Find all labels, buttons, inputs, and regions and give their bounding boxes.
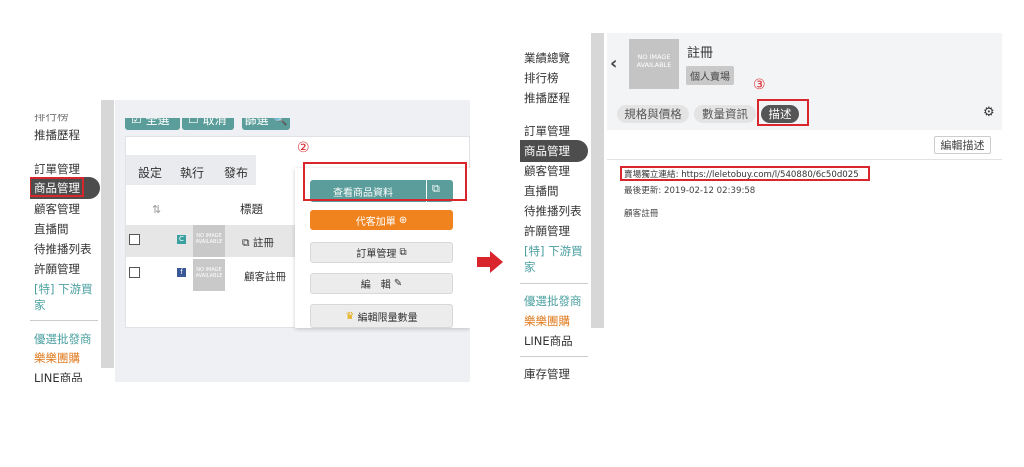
- tab-publish[interactable]: 發布: [224, 164, 248, 181]
- sidebar-item-group-buy[interactable]: 樂樂團購: [34, 350, 80, 366]
- row-badge: f: [177, 268, 186, 277]
- sidebar-item-wishes[interactable]: 許願管理: [524, 223, 570, 239]
- sidebar-item-live[interactable]: 直播間: [34, 221, 69, 237]
- sidebar-scrollbar[interactable]: [591, 33, 604, 328]
- plus-circle-icon: ⊕: [398, 214, 408, 226]
- tab-quantity-info[interactable]: 數量資訊: [694, 105, 756, 123]
- sidebar-divider: [520, 356, 588, 357]
- row-title[interactable]: ⧉ 註冊: [242, 235, 274, 250]
- sidebar-item-live[interactable]: 直播間: [524, 183, 559, 199]
- cancel-button[interactable]: ☐ 取消: [182, 118, 234, 130]
- product-thumbnail: NO IMAGE AVAILABLE: [193, 225, 225, 257]
- sidebar-item-orders[interactable]: 訂單管理: [524, 123, 570, 139]
- shop-link[interactable]: 賣場獨立連結: https://leletobuy.com/l/540880/6…: [624, 168, 859, 180]
- filter-button[interactable]: 篩選 🔍: [242, 112, 290, 130]
- sidebar-item-inventory[interactable]: 庫存管理: [524, 366, 570, 382]
- sidebar-item-push-history[interactable]: 推播歷程: [34, 127, 80, 143]
- sidebar-item-pending-push[interactable]: 待推播列表: [34, 241, 92, 257]
- tab-execute[interactable]: 執行: [180, 164, 204, 181]
- sidebar-item-downstream[interactable]: [特] 下游買家: [524, 243, 586, 275]
- row-badge: C: [177, 235, 186, 244]
- edit-icon: ✎: [393, 278, 403, 289]
- order-manage-button[interactable]: 訂單管理 ⧉: [310, 242, 453, 263]
- sidebar-item-ranking[interactable]: 排行榜: [524, 70, 559, 86]
- last-updated: 最後更新: 2019-02-12 02:39:58: [624, 186, 756, 196]
- sidebar-item-line[interactable]: LINE商品: [524, 333, 573, 349]
- search-icon: 🔍: [272, 112, 288, 126]
- edit-description-button[interactable]: 編輯描述: [934, 136, 991, 154]
- right-main: ‹ NO IMAGE AVAILABLE 註冊 個人賣場 ③ 規格與價格 數量資…: [607, 33, 1002, 382]
- sidebar-item-orders[interactable]: 訂單管理: [34, 161, 80, 177]
- sidebar-scrollbar[interactable]: [101, 100, 114, 368]
- tab-spec-price[interactable]: 規格與價格: [617, 105, 689, 123]
- sidebar-item-wholesale[interactable]: 優選批發商: [34, 331, 92, 347]
- gear-icon[interactable]: ⚙: [983, 105, 995, 120]
- left-screenshot: 排行榜 推播歷程 訂單管理 商品管理 顧客管理 直播間 待推播列表 許願管理 […: [30, 100, 470, 382]
- edit-button[interactable]: 編 輯 ✎: [310, 273, 453, 294]
- row-title[interactable]: 顧客註冊: [244, 269, 286, 284]
- sidebar-item-customers[interactable]: 顧客管理: [34, 201, 80, 217]
- sidebar-item-push-history[interactable]: 推播歷程: [524, 90, 570, 106]
- sidebar-item-cut: 排行榜: [34, 109, 69, 123]
- step3-highlight: [757, 99, 809, 126]
- sort-icon[interactable]: ⇅: [152, 203, 161, 216]
- back-chevron-icon[interactable]: ‹: [610, 53, 617, 74]
- sidebar-item-overview[interactable]: 業績總覽: [524, 50, 570, 66]
- sidebar-item-customers[interactable]: 顧客管理: [524, 163, 570, 179]
- step3-label: ③: [753, 77, 766, 93]
- description-panel: 編輯描述 賣場獨立連結: https://leletobuy.com/l/540…: [607, 130, 1002, 382]
- select-all-button[interactable]: ☑ 全選: [125, 118, 180, 130]
- sidebar-item-products[interactable]: 商品管理: [34, 180, 80, 196]
- left-main: ☑ 全選 ☐ 取消 篩選 🔍 設定 執行 發布 ⇅ 標題 C NO IMAGE …: [115, 100, 470, 382]
- product-name: 註冊: [687, 46, 714, 61]
- step2-label: ②: [297, 140, 310, 156]
- sidebar-item-line[interactable]: LINE商品: [34, 370, 83, 382]
- sidebar-item-group-buy[interactable]: 樂樂團購: [524, 313, 570, 329]
- sidebar-item-products[interactable]: 商品管理: [524, 143, 570, 159]
- step2-highlight: [303, 162, 467, 201]
- right-arrow-icon: [477, 251, 503, 273]
- column-title-header: 標題: [240, 202, 263, 216]
- tab-settings[interactable]: 設定: [138, 164, 162, 181]
- right-screenshot: 業績總覽 排行榜 推播歷程 訂單管理 商品管理 顧客管理 直播間 待推播列表 許…: [520, 33, 1002, 382]
- sidebar-item-pending-push[interactable]: 待推播列表: [524, 203, 582, 219]
- sidebar-item-downstream[interactable]: [特] 下游買家: [34, 281, 96, 313]
- sidebar-item-wholesale[interactable]: 優選批發商: [524, 293, 582, 309]
- description-text: 顧客註冊: [624, 209, 659, 219]
- shop-type-badge: 個人賣場: [686, 66, 734, 85]
- crown-icon: ♛: [345, 310, 355, 322]
- row-checkbox[interactable]: [129, 267, 140, 278]
- product-thumbnail: NO IMAGE AVAILABLE: [193, 259, 225, 291]
- sidebar-divider: [520, 283, 588, 284]
- product-image: NO IMAGE AVAILABLE: [629, 39, 679, 89]
- sidebar-divider: [30, 320, 98, 321]
- add-order-button[interactable]: 代客加單 ⊕: [310, 210, 453, 230]
- row-checkbox[interactable]: [129, 234, 140, 245]
- edit-limit-button[interactable]: ♛ 編輯限量數量: [310, 304, 453, 328]
- copy-icon: ⧉: [242, 237, 250, 249]
- sidebar-item-wishes[interactable]: 許願管理: [34, 261, 80, 277]
- divider: [607, 159, 1002, 160]
- external-link-icon: ⧉: [399, 247, 407, 258]
